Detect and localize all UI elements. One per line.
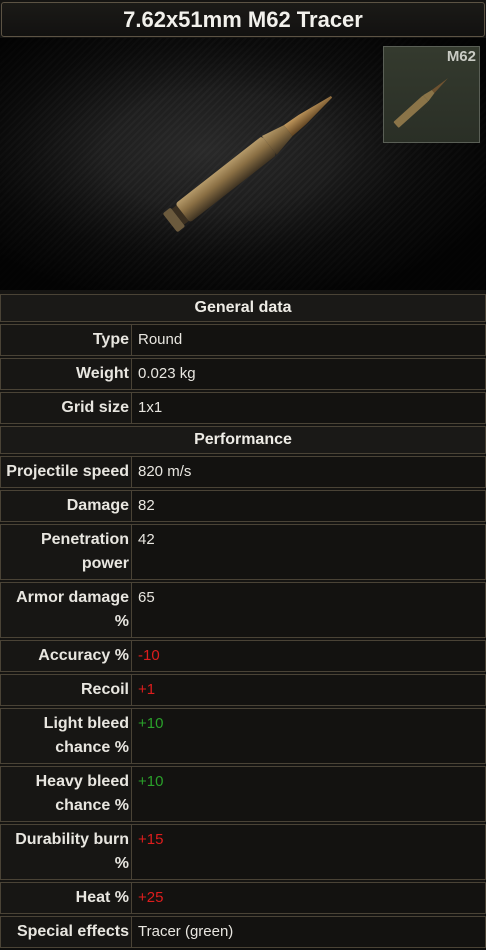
stats-table: General data Type Round Weight 0.023 kg Grid …	[0, 292, 486, 950]
stat-label: Recoil	[0, 674, 131, 706]
stat-row: Heat % +25	[0, 882, 486, 914]
stat-value: +10	[131, 766, 486, 822]
stat-label: Type	[0, 324, 131, 356]
stat-row: Type Round	[0, 324, 486, 356]
thumb-label: M62	[446, 48, 476, 65]
stat-value: +25	[131, 882, 486, 914]
stat-value: 0.023 kg	[131, 358, 486, 390]
stat-row: Penetration power 42	[0, 524, 486, 580]
stat-label: Special effects	[0, 916, 131, 948]
stat-value: +15	[131, 824, 486, 880]
stat-label: Penetration power	[0, 524, 131, 580]
stat-label: Grid size	[0, 392, 131, 424]
item-title: 7.62x51mm M62 Tracer	[1, 2, 485, 37]
stat-value: -10	[131, 640, 486, 672]
stat-value: Round	[131, 324, 486, 356]
stat-row: Light bleed chance % +10	[0, 708, 486, 764]
stat-label: Durability burn %	[0, 824, 131, 880]
stat-row: Special effects Tracer (green)	[0, 916, 486, 948]
stat-row: Recoil +1	[0, 674, 486, 706]
stat-row: Projectile speed 820 m/s	[0, 456, 486, 488]
stat-label: Light bleed chance %	[0, 708, 131, 764]
performance-section-header: Performance	[0, 426, 486, 454]
item-thumbnail[interactable]: M62	[383, 46, 480, 143]
stat-label: Damage	[0, 490, 131, 522]
stat-label: Armor damage %	[0, 582, 131, 638]
stat-row: Grid size 1x1	[0, 392, 486, 424]
stat-label: Heat %	[0, 882, 131, 914]
stat-row: Accuracy % -10	[0, 640, 486, 672]
stat-value: 820 m/s	[131, 456, 486, 488]
item-panel: 7.62x51mm M62 Tracer M62 General data Ty…	[0, 0, 486, 948]
performance-section-row: Performance	[0, 426, 486, 454]
stat-value: +1	[131, 674, 486, 706]
stat-row: Durability burn % +15	[0, 824, 486, 880]
stat-label: Weight	[0, 358, 131, 390]
stat-label: Heavy bleed chance %	[0, 766, 131, 822]
stat-value: 65	[131, 582, 486, 638]
stat-value: +10	[131, 708, 486, 764]
stat-row: Armor damage % 65	[0, 582, 486, 638]
stat-row: Damage 82	[0, 490, 486, 522]
stat-value: 1x1	[131, 392, 486, 424]
stat-value: 42	[131, 524, 486, 580]
general-section-header: General data	[0, 294, 486, 322]
stat-value: 82	[131, 490, 486, 522]
stat-row: Weight 0.023 kg	[0, 358, 486, 390]
stat-value: Tracer (green)	[131, 916, 486, 948]
stat-label: Accuracy %	[0, 640, 131, 672]
stat-row: Heavy bleed chance % +10	[0, 766, 486, 822]
general-section-row: General data	[0, 294, 486, 322]
stat-label: Projectile speed	[0, 456, 131, 488]
